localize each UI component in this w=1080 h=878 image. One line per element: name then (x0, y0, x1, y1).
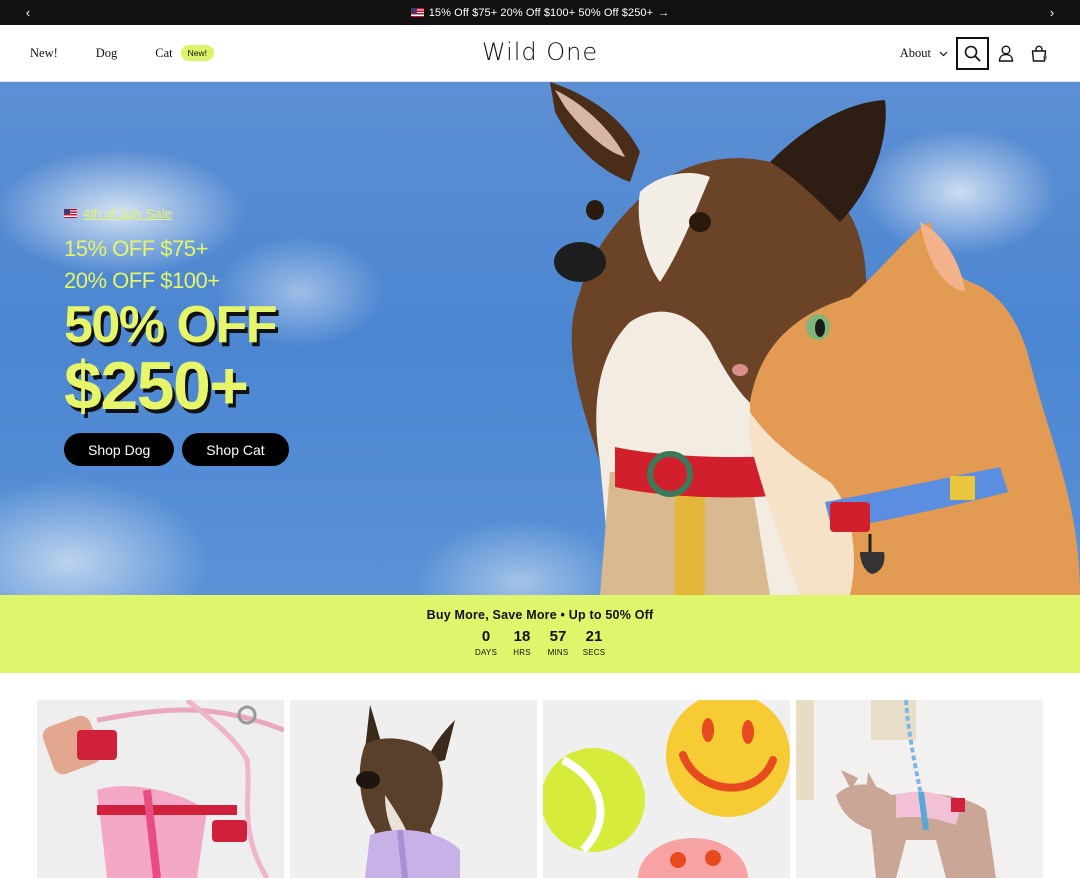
countdown-value: 0 (481, 628, 491, 645)
header-actions: About 0 (900, 36, 1055, 71)
announcement-text: 15% Off $75+ 20% Off $100+ 50% Off $250+ (428, 6, 654, 19)
offer-line-2: 20% OFF $100+ (64, 268, 220, 293)
cart-count: 0 (1043, 55, 1047, 62)
product-tile-dog-harness[interactable] (290, 700, 537, 878)
countdown-value: 18 (513, 628, 531, 645)
countdown-timer: 0 DAYS 18 HRS 57 MINS 21 SECS (0, 628, 1080, 657)
countdown-banner: Buy More, Save More • Up to 50% Off 0 DA… (0, 595, 1080, 673)
plush-toys-image (543, 700, 790, 878)
countdown-label: HRS (513, 648, 531, 657)
sale-link-text: 4th of July Sale (83, 206, 172, 221)
big-offer-line-1: 50% OFF (64, 296, 277, 354)
chevron-down-icon (939, 51, 948, 56)
countdown-title: Buy More, Save More • Up to 50% Off (426, 608, 654, 622)
shop-dog-button[interactable]: Shop Dog (64, 433, 175, 466)
search-button[interactable] (956, 37, 989, 70)
account-button[interactable] (989, 37, 1022, 70)
pink-harness-image (37, 700, 284, 878)
offer-line-1: 15% OFF $75+ (64, 236, 208, 261)
about-menu[interactable]: About (900, 46, 948, 61)
brindle-dog-image (290, 700, 537, 878)
hero-banner: 4th of July Sale 15% OFF $75+ 20% OFF $1… (0, 82, 1080, 595)
shop-cat-button[interactable]: Shop Cat (182, 433, 289, 466)
countdown-seconds: 21 SECS (583, 628, 605, 657)
cart-button[interactable]: 0 (1022, 37, 1055, 70)
countdown-minutes: 57 MINS (547, 628, 569, 657)
chevron-right-icon[interactable]: › (1037, 0, 1067, 25)
sphynx-cat-image (796, 700, 1043, 878)
product-tiles (37, 700, 1043, 878)
countdown-days: 0 DAYS (475, 628, 497, 657)
us-flag-icon (64, 209, 77, 218)
site-header: New! Dog Cat New! Wild One About 0 (0, 25, 1080, 82)
countdown-label: SECS (582, 648, 606, 657)
product-tile-harness-kit[interactable] (37, 700, 284, 878)
product-tile-toys[interactable] (543, 700, 790, 878)
announcement-message[interactable]: 15% Off $75+ 20% Off $100+ 50% Off $250+… (410, 6, 670, 19)
us-flag-icon (410, 8, 424, 17)
product-tile-cat-harness[interactable] (796, 700, 1043, 878)
big-offer-line-2: $250+ (64, 348, 249, 424)
hero-cta-row: Shop Dog Shop Cat (64, 433, 289, 466)
announcement-bar: ‹ 15% Off $75+ 20% Off $100+ 50% Off $25… (0, 0, 1080, 25)
countdown-value: 21 (585, 628, 603, 645)
about-label: About (899, 46, 931, 60)
countdown-hours: 18 HRS (511, 628, 533, 657)
search-icon (964, 45, 981, 62)
countdown-label: DAYS (475, 648, 497, 657)
hero-copy: 4th of July Sale 15% OFF $75+ 20% OFF $1… (64, 206, 289, 466)
countdown-value: 57 (549, 628, 567, 645)
sale-link[interactable]: 4th of July Sale (64, 206, 289, 221)
chevron-left-icon[interactable]: ‹ (13, 0, 43, 25)
dog-and-cat-image (550, 82, 1080, 595)
user-icon (998, 45, 1013, 62)
countdown-label: MINS (547, 648, 569, 657)
arrow-right-icon: → (658, 6, 670, 19)
